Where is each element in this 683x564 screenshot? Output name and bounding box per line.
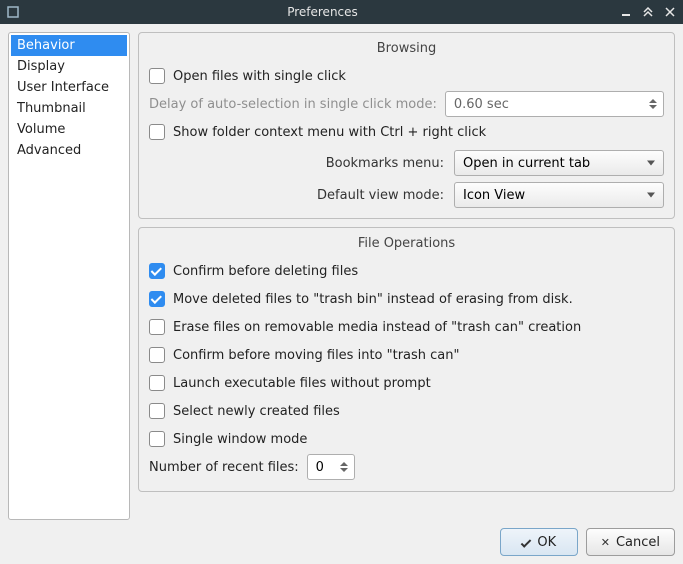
sidebar-item-thumbnail[interactable]: Thumbnail <box>11 98 127 119</box>
ok-button[interactable]: OK <box>500 528 578 556</box>
file-ops-checkbox-2[interactable] <box>149 319 165 335</box>
browsing-title: Browsing <box>149 41 664 56</box>
file-ops-checkbox-6[interactable] <box>149 431 165 447</box>
minimize-button[interactable] <box>619 5 633 19</box>
sidebar: Behavior Display User Interface Thumbnail Vo… <box>8 32 130 520</box>
browsing-panel: Browsing Open files with single click De… <box>138 32 675 219</box>
file-ops-checkbox-3[interactable] <box>149 347 165 363</box>
sidebar-item-label: User Interface <box>17 80 109 95</box>
delay-value: 0.60 sec <box>454 97 509 112</box>
view-mode-label: Default view mode: <box>149 188 444 203</box>
spin-arrows[interactable] <box>337 457 351 477</box>
file-ops-label-5: Select newly created files <box>173 404 340 419</box>
view-mode-value: Icon View <box>463 188 525 203</box>
open-single-click-checkbox[interactable] <box>149 68 165 84</box>
delay-label: Delay of auto-selection in single click … <box>149 97 437 112</box>
spin-arrows[interactable] <box>646 94 660 114</box>
open-single-click-label: Open files with single click <box>173 69 346 84</box>
check-icon <box>521 537 532 548</box>
file-ops-label-1: Move deleted files to "trash bin" instea… <box>173 292 573 307</box>
sidebar-item-display[interactable]: Display <box>11 56 127 77</box>
file-ops-label-0: Confirm before deleting files <box>173 264 358 279</box>
file-ops-checkbox-4[interactable] <box>149 375 165 391</box>
sidebar-item-behavior[interactable]: Behavior <box>11 35 127 56</box>
sidebar-item-label: Display <box>17 59 65 74</box>
file-ops-label-3: Confirm before moving files into "trash … <box>173 348 460 363</box>
bookmarks-value: Open in current tab <box>463 156 590 171</box>
recent-files-value: 0 <box>316 460 324 475</box>
sidebar-item-user-interface[interactable]: User Interface <box>11 77 127 98</box>
sidebar-item-label: Thumbnail <box>17 101 86 116</box>
ok-label: OK <box>537 535 556 550</box>
cancel-button[interactable]: Cancel <box>586 528 675 556</box>
sidebar-item-label: Volume <box>17 122 65 137</box>
file-ops-checkbox-5[interactable] <box>149 403 165 419</box>
window-body: Behavior Display User Interface Thumbnail Vo… <box>0 24 683 564</box>
sidebar-item-volume[interactable]: Volume <box>11 119 127 140</box>
footer: OK Cancel <box>8 520 675 556</box>
close-icon <box>601 535 610 550</box>
file-ops-panel: File Operations Confirm before deleting … <box>138 227 675 492</box>
ctrl-right-click-label: Show folder context menu with Ctrl + rig… <box>173 125 486 140</box>
file-ops-label-2: Erase files on removable media instead o… <box>173 320 581 335</box>
recent-files-label: Number of recent files: <box>149 460 299 475</box>
cancel-label: Cancel <box>616 535 660 550</box>
view-mode-select[interactable]: Icon View <box>454 182 664 208</box>
file-ops-label-6: Single window mode <box>173 432 307 447</box>
sidebar-item-label: Advanced <box>17 143 81 158</box>
bookmarks-select[interactable]: Open in current tab <box>454 150 664 176</box>
maximize-button[interactable] <box>641 5 655 19</box>
close-button[interactable] <box>663 5 677 19</box>
file-ops-title: File Operations <box>149 236 664 251</box>
sidebar-item-label: Behavior <box>17 38 75 53</box>
file-ops-checkbox-0[interactable] <box>149 263 165 279</box>
delay-spinbox[interactable]: 0.60 sec <box>445 91 664 117</box>
window-title: Preferences <box>26 5 619 19</box>
sidebar-item-advanced[interactable]: Advanced <box>11 140 127 161</box>
app-icon <box>6 5 20 19</box>
file-ops-label-4: Launch executable files without prompt <box>173 376 431 391</box>
bookmarks-label: Bookmarks menu: <box>149 156 444 171</box>
ctrl-right-click-checkbox[interactable] <box>149 124 165 140</box>
recent-files-spinbox[interactable]: 0 <box>307 454 355 480</box>
titlebar: Preferences <box>0 0 683 24</box>
file-ops-checkbox-1[interactable] <box>149 291 165 307</box>
